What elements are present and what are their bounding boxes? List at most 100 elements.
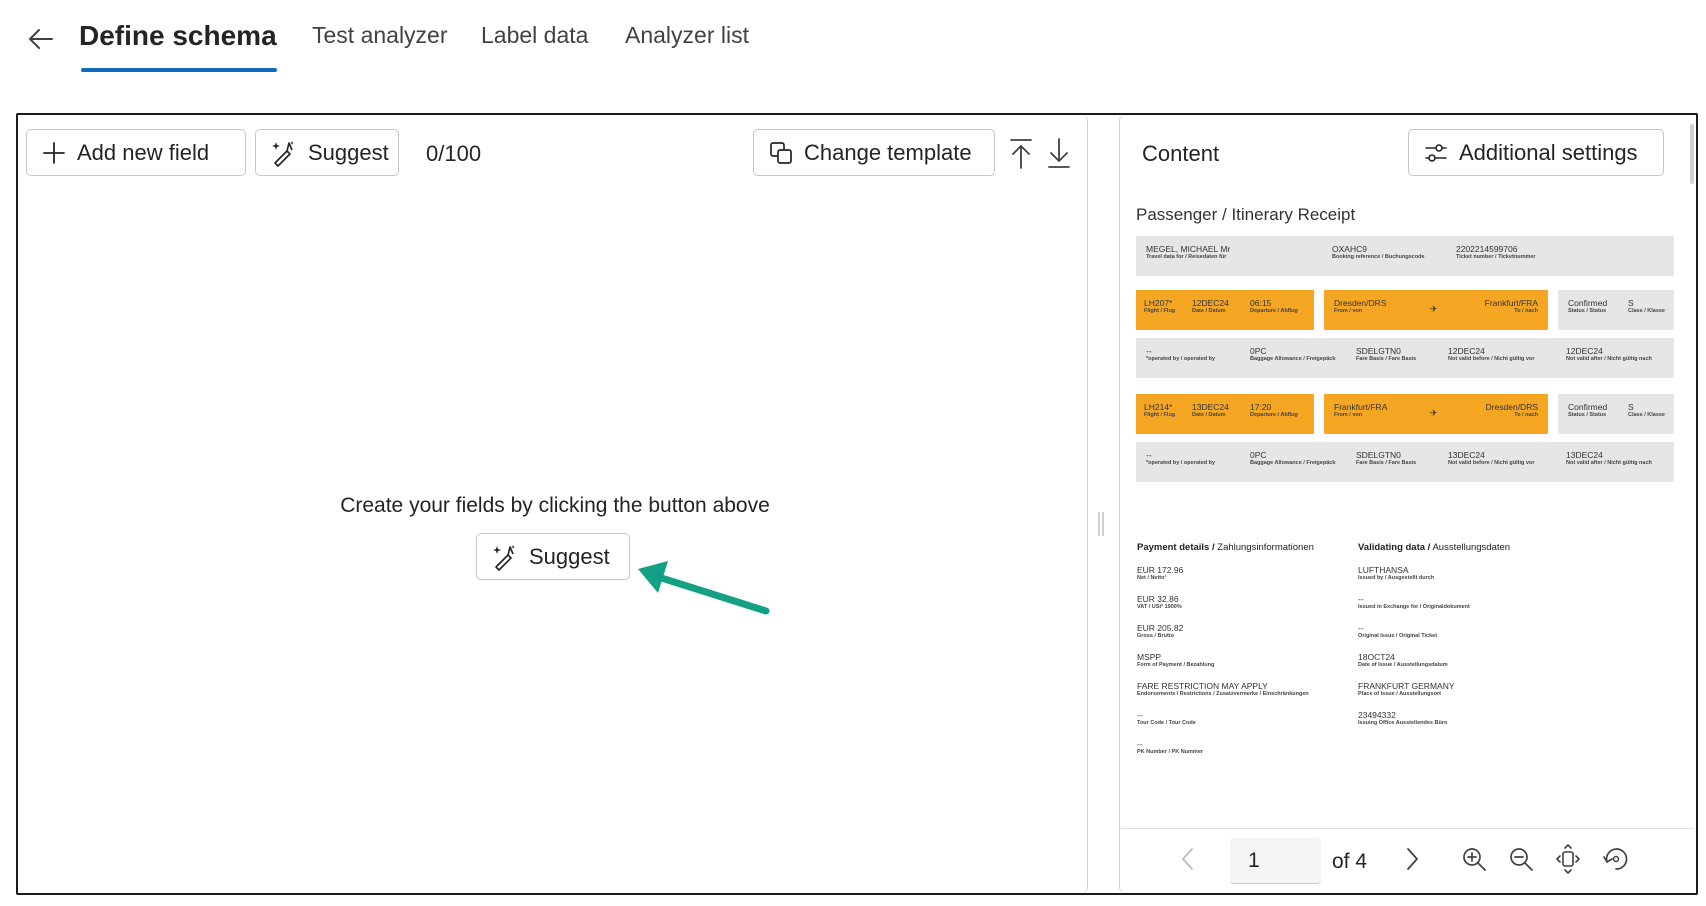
back-arrow-icon[interactable]: [26, 24, 56, 54]
flight-number-label: Flight / Flug: [1144, 412, 1176, 419]
validating-item: LUFTHANSA Issued by / Ausgestellt durch: [1358, 565, 1434, 582]
ticket-number: 2202214599706 Ticket number / Ticketnumme…: [1456, 244, 1536, 261]
validating-data-heading: Validating data / Ausstellungsdaten: [1358, 542, 1510, 553]
empty-state-message: Create your fields by clicking the butto…: [340, 494, 770, 517]
validating-item-label: Issued in Exchange for / Originaldokumen…: [1358, 604, 1470, 611]
flight-1-status: Confirmed Status / Status S Class / Klasse: [1558, 290, 1674, 330]
departure-time: 06:15 Departure / Abflug: [1250, 298, 1298, 315]
footer-divider: [1121, 828, 1694, 829]
tab-test-analyzer[interactable]: Test analyzer: [312, 22, 448, 49]
copy-template-icon: [770, 141, 792, 164]
previous-page-icon[interactable]: [1172, 842, 1204, 876]
field-counter: 0/100: [426, 141, 482, 166]
content-scrollbar[interactable]: [1690, 124, 1694, 184]
payment-item: EUR 32.86 VAT / USt² 1900%: [1137, 594, 1182, 611]
not-valid-before: 13DEC24 Not valid before / Nicht gültig v…: [1448, 450, 1534, 467]
callout-arrow-icon: [638, 561, 770, 615]
airplane-icon: ✈: [1430, 408, 1438, 418]
tab-label-data[interactable]: Label data: [481, 22, 588, 49]
fare-basis: SDELGTN0 Fare Basis / Fare Basis: [1356, 450, 1416, 467]
validating-item-value: FRANKFURT GERMANY: [1358, 681, 1455, 691]
booking-reference-label: Booking reference / Buchungscode: [1332, 254, 1425, 261]
active-tab-indicator: [81, 68, 277, 72]
rotate-icon[interactable]: [1600, 842, 1632, 876]
payment-item: -- PK Number / PK Nummer: [1137, 739, 1203, 756]
booking-class-label: Class / Klasse: [1628, 308, 1665, 315]
fit-page-icon[interactable]: [1552, 842, 1584, 876]
flight-1-fare-strip: -- *operated by / operated by 0PC Baggage …: [1136, 338, 1674, 378]
suggest-button[interactable]: Suggest: [255, 129, 399, 176]
not-valid-after-label: Not valid after / Nicht gültig nach: [1566, 356, 1652, 363]
payment-details-heading: Payment details / Zahlungsinformationen: [1137, 542, 1314, 553]
validating-item: -- Original Issue / Original Ticket: [1358, 623, 1437, 640]
payment-item-value: EUR 205.82: [1137, 623, 1184, 633]
flight-date-value: 12DEC24: [1192, 298, 1229, 308]
validating-item-label: Original Issue / Original Ticket: [1358, 633, 1438, 640]
route-to-value: Dresden/DRS: [1485, 402, 1538, 412]
add-new-field-button[interactable]: Add new field: [26, 129, 246, 176]
not-valid-before-value: 12DEC24: [1448, 346, 1485, 356]
add-new-field-label: Add new field: [77, 139, 210, 165]
validating-item-value: --: [1358, 623, 1364, 633]
additional-settings-label: Additional settings: [1459, 139, 1638, 165]
page-count-label: of 4: [1332, 850, 1368, 873]
baggage-allowance-label: Baggage Allowance / Freigepäck: [1250, 460, 1336, 467]
payment-item-value: EUR 172.96: [1137, 565, 1184, 575]
payment-item-label: Gross / Brutto: [1137, 633, 1174, 640]
departure-time-value: 17:20: [1250, 402, 1272, 412]
route-from: Dresden/DRS From / von: [1334, 298, 1386, 315]
zoom-in-icon[interactable]: [1458, 842, 1490, 876]
passenger-name-value: MEGEL, MICHAEL Mr: [1146, 244, 1231, 254]
page-number-input[interactable]: [1230, 838, 1321, 884]
download-icon[interactable]: [1044, 136, 1074, 170]
operated-by: -- *operated by / operated by: [1146, 450, 1215, 467]
not-valid-before-label: Not valid before / Nicht gültig vor: [1448, 356, 1535, 363]
change-template-button[interactable]: Change template: [753, 129, 995, 176]
flight-status: Confirmed Status / Status: [1568, 298, 1607, 315]
route-from-label: From / von: [1334, 308, 1363, 315]
document-title: Passenger / Itinerary Receipt: [1136, 205, 1356, 224]
panel-splitter-handle[interactable]: [1097, 512, 1105, 536]
validating-item: 23494332 Issuing Office Ausstellendes Bür…: [1358, 710, 1447, 727]
passenger-name-label: Travel data for / Reisedaten für: [1146, 254, 1227, 261]
flight-date-value: 13DEC24: [1192, 402, 1229, 412]
upload-icon[interactable]: [1006, 136, 1036, 170]
tab-define-schema[interactable]: Define schema: [79, 20, 277, 52]
payment-item-value: --: [1137, 710, 1143, 720]
departure-time-value: 06:15: [1250, 298, 1272, 308]
not-valid-before-value: 13DEC24: [1448, 450, 1485, 460]
next-page-icon[interactable]: [1396, 842, 1428, 876]
payment-item-value: MSPP: [1137, 652, 1162, 662]
payment-item-value: EUR 32.86: [1137, 594, 1179, 604]
validating-item-label: Issued by / Ausgestellt durch: [1358, 575, 1435, 582]
fare-basis-label: Fare Basis / Fare Basis: [1356, 460, 1417, 467]
zoom-out-icon[interactable]: [1505, 842, 1537, 876]
content-panel-title: Content: [1142, 141, 1220, 166]
booking-class: S Class / Klasse: [1628, 298, 1665, 315]
flight-1-route: Dresden/DRS From / von ✈ Frankfurt/FRA To …: [1324, 290, 1548, 330]
baggage-allowance: 0PC Baggage Allowance / Freigepäck: [1250, 346, 1335, 363]
route-from-value: Frankfurt/FRA: [1334, 402, 1388, 412]
empty-state-suggest-button[interactable]: Suggest: [476, 533, 630, 580]
passenger-name: MEGEL, MICHAEL Mr Travel data for / Reise…: [1146, 244, 1230, 261]
baggage-allowance-value: 0PC: [1250, 346, 1267, 356]
departure-time-label: Departure / Abflug: [1250, 308, 1298, 315]
not-valid-after-label: Not valid after / Nicht gültig nach: [1566, 460, 1652, 467]
tab-analyzer-list[interactable]: Analyzer list: [625, 22, 749, 49]
flight-number: LH207* Flight / Flug: [1144, 298, 1175, 315]
not-valid-after-value: 13DEC24: [1566, 450, 1603, 460]
flight-status-label: Status / Status: [1568, 412, 1607, 419]
magic-wand-icon: [272, 140, 294, 167]
not-valid-after: 12DEC24 Not valid after / Nicht gültig na…: [1566, 346, 1652, 363]
validating-item-value: 23494332: [1358, 710, 1396, 720]
airplane-icon: ✈: [1430, 304, 1438, 314]
flight-date-label: Date / Datum: [1192, 412, 1226, 419]
route-from-label: From / von: [1334, 412, 1363, 419]
additional-settings-button[interactable]: Additional settings: [1408, 129, 1664, 176]
validating-item-label: Issuing Office Ausstellendes Büro: [1358, 720, 1448, 727]
payment-item-label: Endorsements / Restrictions / Zusatzverm…: [1137, 691, 1309, 698]
settings-sliders-icon: [1425, 143, 1447, 162]
booking-class-value: S: [1628, 298, 1634, 308]
payment-heading-rest: Zahlungsinformationen: [1214, 542, 1314, 553]
not-valid-before: 12DEC24 Not valid before / Nicht gültig v…: [1448, 346, 1534, 363]
